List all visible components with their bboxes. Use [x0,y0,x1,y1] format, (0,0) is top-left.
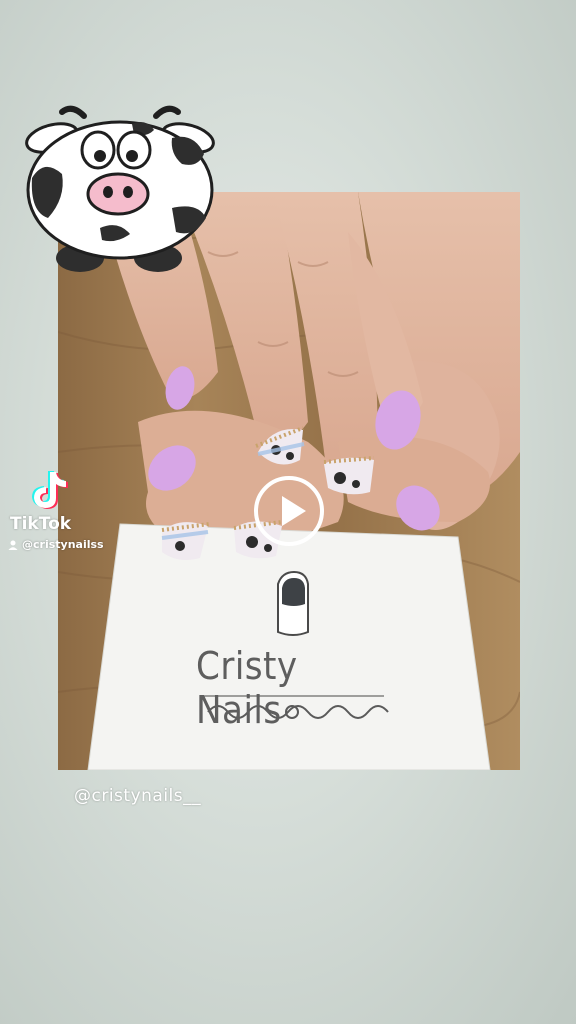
tiktok-username: @cristynailss [8,538,104,551]
cow-sticker [22,98,218,276]
card-nail-logo [277,570,309,636]
tiktok-username-text: @cristynailss [22,538,104,551]
cow-icon [25,105,215,272]
tiktok-logo-icon [32,471,68,509]
tiktok-watermark: TikTok @cristynailss [8,468,128,558]
caption: @cristynails__ [74,786,202,806]
play-button[interactable] [254,476,324,546]
tiktok-app-name: TikTok [10,514,72,534]
card-brand-name: Cristy Nails [196,644,298,732]
user-icon [8,540,18,550]
